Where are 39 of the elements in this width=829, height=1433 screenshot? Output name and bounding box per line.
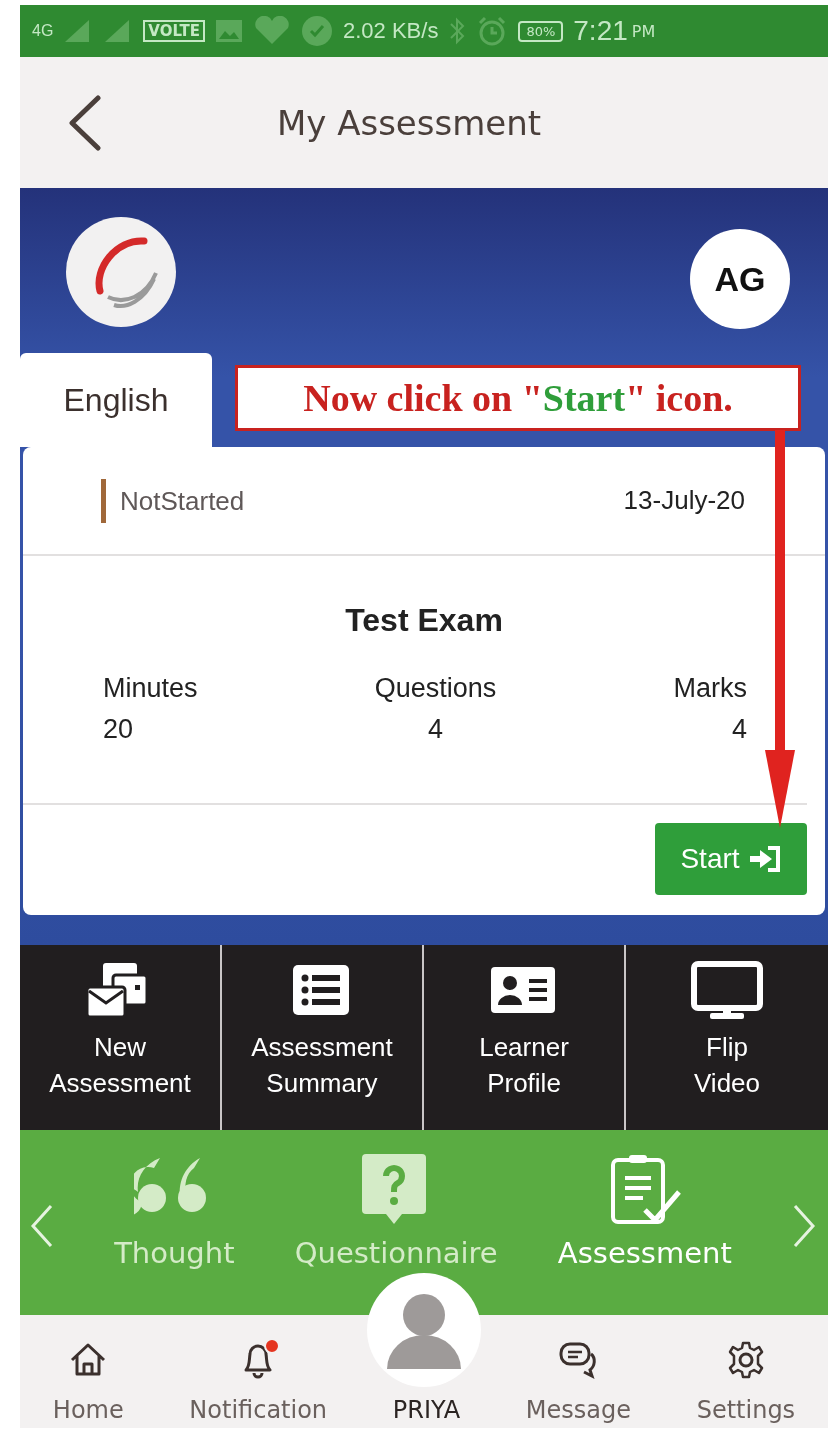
start-button[interactable]: Start: [655, 823, 807, 895]
heart-icon: [253, 16, 291, 46]
stat-label: Questions: [374, 673, 497, 704]
stat-label: Minutes: [103, 673, 198, 704]
volte-label: VOLTE: [143, 20, 205, 42]
nav-item[interactable]: PRIYA: [392, 1396, 461, 1424]
sign-in-icon: [747, 846, 782, 872]
exam-title: Test Exam: [344, 602, 504, 639]
bluetooth-icon: [448, 16, 467, 46]
assessment-date: 13-July-20: [623, 485, 745, 516]
network-label: 4G: [32, 22, 54, 40]
clock-period: PM: [631, 21, 656, 41]
nav-item[interactable]: Notification: [189, 1340, 328, 1424]
image-icon: [215, 18, 243, 44]
monitor-icon: [690, 961, 764, 1021]
network-speed: 2.02 KB/s: [343, 18, 439, 44]
carousel-item[interactable]: Assessment: [557, 1154, 732, 1270]
nav-item[interactable]: Home: [52, 1340, 124, 1424]
nav-item[interactable]: Settings: [696, 1340, 796, 1424]
page-title: My Assessment: [276, 102, 542, 143]
clock-time: 7:21: [573, 15, 628, 47]
language-tab[interactable]: English: [20, 353, 212, 447]
chat-bubbles-icon: [558, 1340, 599, 1380]
logo-icon: [66, 217, 176, 327]
stat-label: Marks: [673, 673, 747, 704]
stat-value: 4: [731, 714, 747, 745]
stat-value: 4: [428, 714, 444, 745]
chevron-left-icon[interactable]: [30, 1204, 54, 1248]
annotation-text: Now click on "Start" icon.: [303, 376, 733, 420]
stat-value: 20: [103, 714, 135, 745]
chevron-right-icon[interactable]: [791, 1204, 816, 1248]
nav-item[interactable]: Message: [525, 1340, 632, 1424]
menu-tile[interactable]: Flip Video: [626, 945, 828, 1130]
user-avatar[interactable]: AG: [690, 229, 790, 329]
status-label: NotStarted: [101, 478, 245, 523]
back-icon[interactable]: [68, 95, 102, 151]
battery-indicator: 80%: [518, 20, 564, 42]
shield-icon: [301, 15, 333, 47]
notification-dot: [264, 1338, 281, 1354]
